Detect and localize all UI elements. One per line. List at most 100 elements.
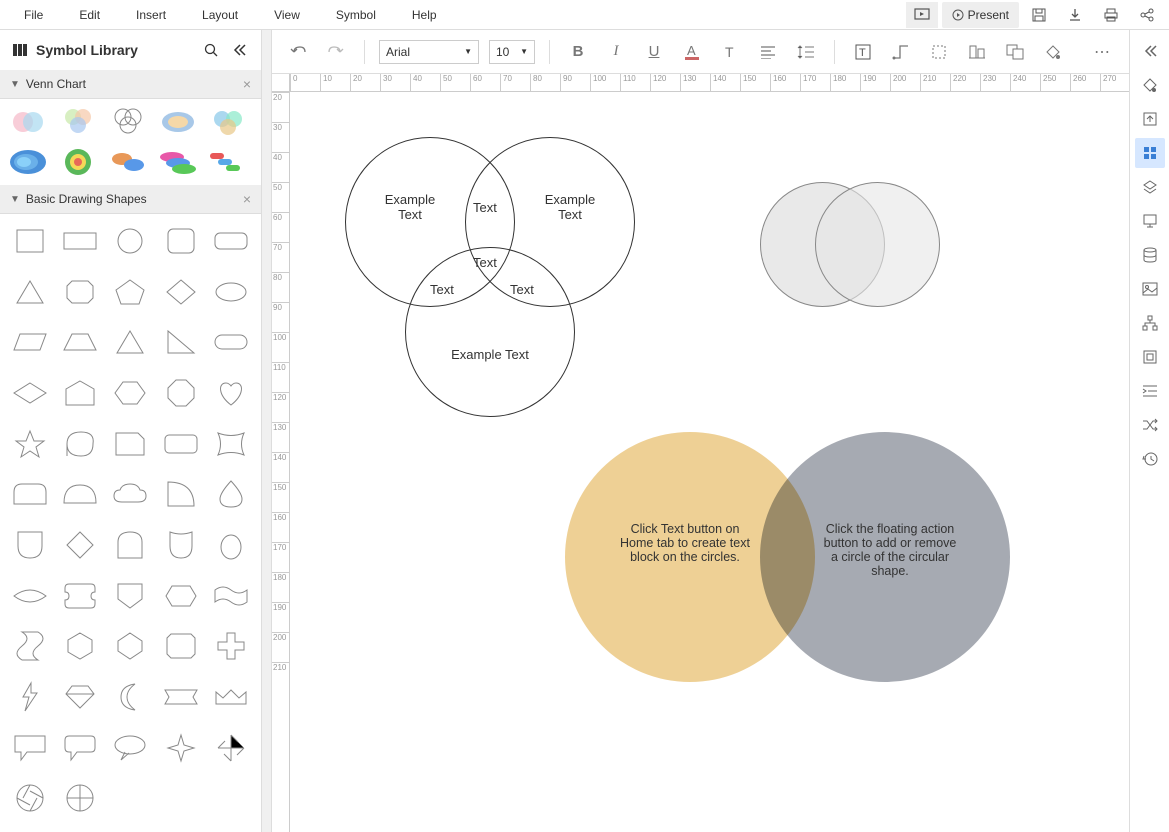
shape-right-triangle[interactable] <box>159 323 203 361</box>
shape-aperture[interactable] <box>8 779 52 817</box>
venn-thumb-2[interactable] <box>58 107 98 137</box>
bold-button[interactable]: B <box>564 38 592 66</box>
print-button[interactable] <box>1095 2 1127 28</box>
venn3-overlap-13[interactable]: Text <box>430 282 454 297</box>
venn3-overlap-123[interactable]: Text <box>473 255 497 270</box>
text-box-button[interactable]: T <box>849 38 877 66</box>
hierarchy-button[interactable] <box>1135 308 1165 338</box>
shape-heart[interactable] <box>209 374 253 412</box>
present-button[interactable]: Present <box>942 2 1019 28</box>
shape-trapezoid[interactable] <box>58 323 102 361</box>
font-color-button[interactable]: A <box>678 38 706 66</box>
shape-speech-oval[interactable] <box>108 729 152 767</box>
image-button[interactable] <box>1135 274 1165 304</box>
shape-wave-vertical[interactable] <box>8 627 52 665</box>
shape-pinwheel[interactable] <box>209 729 253 767</box>
shape-circle[interactable] <box>108 222 152 260</box>
venn-thumb-8[interactable] <box>108 147 148 177</box>
shape-quarter-circle[interactable] <box>159 475 203 513</box>
search-button[interactable] <box>201 40 221 60</box>
shuffle-button[interactable] <box>1135 410 1165 440</box>
venn-thumb-1[interactable] <box>8 107 48 137</box>
shape-octagon[interactable] <box>159 374 203 412</box>
share-button[interactable] <box>1131 2 1163 28</box>
shape-gem[interactable] <box>58 678 102 716</box>
close-panel-button[interactable]: × <box>243 191 251 207</box>
font-size-select[interactable]: 10▼ <box>489 40 535 64</box>
venn2gray-circle-2[interactable] <box>815 182 940 307</box>
theme-button[interactable] <box>1135 70 1165 100</box>
connector-button[interactable] <box>887 38 915 66</box>
italic-button[interactable]: I <box>602 38 630 66</box>
shape-speech-round[interactable] <box>58 729 102 767</box>
menu-file[interactable]: File <box>6 2 61 28</box>
download-button[interactable] <box>1059 2 1091 28</box>
shape-square[interactable] <box>8 222 52 260</box>
menu-edit[interactable]: Edit <box>61 2 118 28</box>
indent-button[interactable] <box>1135 376 1165 406</box>
venn-3-circle[interactable]: Example Text Example Text Example Text T… <box>345 137 635 457</box>
undo-button[interactable] <box>284 38 312 66</box>
venn3-label-3[interactable]: Example Text <box>430 347 550 362</box>
menu-help[interactable]: Help <box>394 2 455 28</box>
shape-octagon-cut[interactable] <box>58 273 102 311</box>
collapse-right-button[interactable] <box>1135 36 1165 66</box>
shape-parallelogram[interactable] <box>8 323 52 361</box>
close-panel-button[interactable]: × <box>243 76 251 92</box>
shape-arch[interactable] <box>108 526 152 564</box>
shape-half-circle[interactable] <box>58 475 102 513</box>
shape-plus[interactable] <box>209 627 253 665</box>
menu-view[interactable]: View <box>256 2 318 28</box>
venn-thumb-4[interactable] <box>158 107 198 137</box>
fill-button[interactable] <box>1039 38 1067 66</box>
underline-button[interactable]: U <box>640 38 668 66</box>
frame-button[interactable] <box>1135 342 1165 372</box>
shape-hexagon[interactable] <box>108 374 152 412</box>
shape-rounded-square[interactable] <box>159 222 203 260</box>
shape-triangle[interactable] <box>8 273 52 311</box>
menu-symbol[interactable]: Symbol <box>318 2 394 28</box>
shape-rhombus[interactable] <box>8 374 52 412</box>
slideshow-icon-button[interactable] <box>906 2 938 28</box>
shape-shield2[interactable] <box>159 526 203 564</box>
venn2-text-left[interactable]: Click Text button on Home tab to create … <box>615 522 755 564</box>
canvas[interactable]: Example Text Example Text Example Text T… <box>290 92 1129 832</box>
shape-ribbon[interactable] <box>159 678 203 716</box>
shape-crown[interactable] <box>209 678 253 716</box>
shape-speech-rect[interactable] <box>8 729 52 767</box>
text-highlight-button[interactable]: T <box>716 38 744 66</box>
shape-arrow-pentagon[interactable] <box>108 577 152 615</box>
shape-hexagon2[interactable] <box>159 577 203 615</box>
shape-rounded-rect[interactable] <box>209 222 253 260</box>
shape-plaque[interactable] <box>58 577 102 615</box>
menu-layout[interactable]: Layout <box>184 2 256 28</box>
venn-thumb-6[interactable] <box>8 147 48 177</box>
shape-pie[interactable] <box>58 779 102 817</box>
export-button[interactable] <box>1135 104 1165 134</box>
more-options-button[interactable]: ⋯ <box>1089 38 1117 66</box>
presentation-button[interactable] <box>1135 206 1165 236</box>
shape-snip-corners[interactable] <box>159 627 203 665</box>
shape-shield[interactable] <box>8 526 52 564</box>
shape-wave-flag[interactable] <box>209 577 253 615</box>
shape-outline-button[interactable] <box>925 38 953 66</box>
shape-rounded-rect2[interactable] <box>159 425 203 463</box>
shape-star[interactable] <box>8 425 52 463</box>
splitter[interactable] <box>262 30 272 832</box>
shape-ellipse[interactable] <box>209 273 253 311</box>
shape-pentagon[interactable] <box>108 273 152 311</box>
venn-thumb-3[interactable] <box>108 107 148 137</box>
shape-diamond[interactable] <box>159 273 203 311</box>
venn3-circle-3[interactable] <box>405 247 575 417</box>
layers-button[interactable] <box>1135 172 1165 202</box>
venn3-label-1[interactable]: Example Text <box>375 192 445 222</box>
shape-teardrop[interactable] <box>209 475 253 513</box>
redo-button[interactable] <box>322 38 350 66</box>
basic-shapes-panel-header[interactable]: ▼ Basic Drawing Shapes × <box>0 185 261 214</box>
shape-pentagon2[interactable] <box>58 374 102 412</box>
history-button[interactable] <box>1135 444 1165 474</box>
venn-2-color[interactable]: Click Text button on Home tab to create … <box>565 432 1015 702</box>
shape-crescent[interactable] <box>108 678 152 716</box>
shape-4point-star[interactable] <box>159 729 203 767</box>
shape-hexagon4[interactable] <box>108 627 152 665</box>
